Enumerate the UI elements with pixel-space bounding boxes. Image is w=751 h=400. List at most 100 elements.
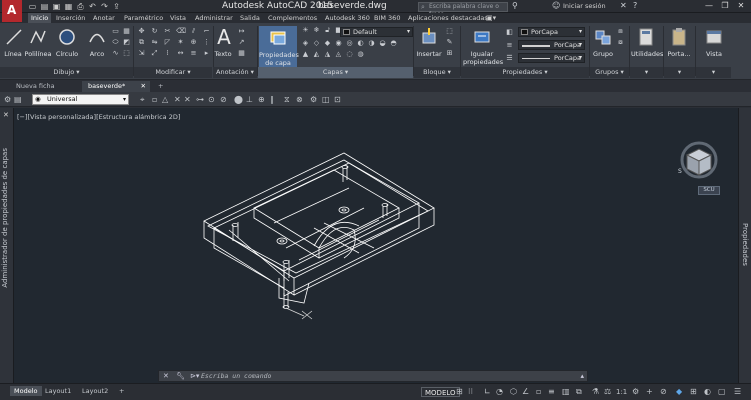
scale-value[interactable]: 1:1 (616, 387, 627, 397)
leader-icon[interactable]: ↗ (237, 38, 246, 47)
create-block-icon[interactable]: ⬚ (445, 27, 454, 36)
layer-tool-icon[interactable]: ◓ (389, 39, 398, 48)
group-button[interactable]: Grupo (592, 26, 614, 58)
tab-insercion[interactable]: Inserción (53, 13, 88, 23)
osnap-node-icon[interactable]: ⊕ (258, 95, 265, 104)
osnap-perp-icon[interactable]: ⊥ (246, 95, 253, 104)
selection-cycle-icon[interactable]: ⧉ (576, 387, 582, 397)
osnap-ext-icon[interactable]: ⊶ (196, 95, 204, 104)
lineweight-combo[interactable]: PorCapa ▾ (518, 40, 585, 50)
align-icon[interactable]: ≡ (189, 49, 198, 58)
insert-block-button[interactable]: Insertar (416, 26, 442, 58)
osnap-mid-icon[interactable]: △ (162, 95, 168, 104)
panel-portapapeles-expand[interactable]: ▾ (664, 67, 695, 78)
layer-tool-icon[interactable]: ◉ (334, 39, 343, 48)
dimension-icon[interactable]: ↦ (237, 27, 246, 36)
stretch-icon[interactable]: ⇲ (137, 49, 146, 58)
edit-block-icon[interactable]: ✎ (445, 38, 454, 47)
layer-tool-icon[interactable]: ◭ (312, 50, 321, 59)
annotation-monitor-icon[interactable]: ⊘ (660, 387, 667, 397)
layer-tool-icon[interactable]: ◐ (356, 39, 365, 48)
break-icon[interactable]: ⋮ (202, 38, 211, 47)
explode-icon[interactable]: ✶ (176, 38, 185, 47)
osnap-insert-icon[interactable]: ⬤ (234, 95, 243, 104)
panel-vista-expand[interactable]: ▾ (696, 67, 731, 78)
close-tab-icon[interactable]: ✕ (141, 81, 146, 92)
redo-icon[interactable]: ↷ (100, 2, 109, 11)
workspace-combo[interactable]: ◉ Universal ▾ (32, 94, 129, 105)
clipboard-button[interactable]: Porta... (666, 26, 692, 58)
osnap-icon[interactable]: ⌖ (140, 95, 145, 104)
annotation-scale-icon[interactable]: ⚖ (604, 387, 611, 397)
command-close-icon[interactable]: ✕ (163, 372, 169, 381)
snap-icon[interactable]: ⁝⁝ (468, 387, 473, 397)
doc-tab-baseverde[interactable]: baseverde* ✕ (82, 81, 150, 92)
workspace-switch-icon[interactable]: ⚙ (632, 387, 639, 397)
chamfer-icon[interactable]: ◸ (163, 38, 172, 47)
user-icon[interactable]: ☺ (552, 1, 560, 10)
match-properties-button[interactable]: Igualar propiedades (463, 26, 503, 66)
panel-bloque[interactable]: Bloque ▾ (414, 67, 460, 78)
osnap-nearest-icon[interactable]: ⧖ (284, 95, 290, 104)
isodraft-icon[interactable]: ⬡ (510, 387, 517, 397)
rotate-icon[interactable]: ↻ (150, 27, 159, 36)
linetype-combo[interactable]: PorCapa ▾ (518, 53, 585, 63)
toolbar-icon[interactable]: ⚙ (4, 95, 11, 104)
tab-salida[interactable]: Salida (237, 13, 263, 23)
osnap-settings-icon[interactable]: ⚙ (310, 95, 317, 104)
layer-tool-icon[interactable]: ◌ (345, 50, 354, 59)
app-menu-button[interactable]: A (2, 0, 22, 22)
tab-vista[interactable]: Vista (167, 13, 189, 23)
ortho-icon[interactable]: ∟ (484, 387, 491, 397)
osnap-center-icon[interactable]: ⊙ (208, 95, 215, 104)
quick-properties-icon[interactable]: ⊞ (690, 387, 697, 397)
customization-icon[interactable]: ☰ (734, 387, 741, 397)
print-icon[interactable]: ⎙ (76, 2, 85, 11)
join-icon[interactable]: ⊕ (189, 38, 198, 47)
save-as-icon[interactable]: ▦ (64, 2, 73, 11)
help-icon[interactable]: ? (633, 1, 637, 10)
panel-grupos[interactable]: Grupos ▾ (590, 67, 629, 78)
layer-on-icon[interactable]: ☀ (301, 26, 310, 35)
trim-icon[interactable]: ✂ (163, 27, 172, 36)
line-tool-button[interactable]: Línea (3, 26, 23, 58)
layout-tab-1[interactable]: Layout1 (41, 386, 75, 396)
annotation-visibility-icon[interactable]: ⚗ (592, 387, 599, 397)
transparency-icon[interactable]: ▥ (562, 387, 570, 397)
tab-autodesk-360[interactable]: Autodesk 360 (322, 13, 373, 23)
polar-icon[interactable]: ◔ (496, 387, 503, 397)
command-recent-icon[interactable]: ⊳▾ (190, 372, 199, 381)
viewcube-south[interactable]: S (678, 168, 682, 175)
binoculars-icon[interactable]: ⚲ (512, 1, 518, 10)
boundary-icon[interactable]: ⬚ (122, 49, 131, 58)
save-icon[interactable]: ▣ (52, 2, 61, 11)
layout-tab-2[interactable]: Layout2 (78, 386, 112, 396)
move-icon[interactable]: ✥ (137, 27, 146, 36)
units-icon[interactable]: ◆ (676, 387, 682, 397)
command-line[interactable]: ✕ 🔧︎ ⊳▾ Escriba un comando ▴ (158, 370, 588, 382)
tab-aplicaciones[interactable]: Aplicaciones destacadas (405, 13, 491, 23)
panel-capas[interactable]: Capas ▾ (258, 67, 413, 78)
layer-tool-icon[interactable]: ◆ (323, 39, 332, 48)
properties-palette[interactable]: Propiedades (738, 108, 751, 383)
osnap-tools-icon[interactable]: ⊡ (334, 95, 341, 104)
osnap-more-icon[interactable]: ◫ (322, 95, 330, 104)
close-icon[interactable]: ✕ (733, 0, 749, 12)
panel-anotacion[interactable]: Anotación ▾ (213, 67, 257, 78)
open-icon[interactable]: ▤ (40, 2, 49, 11)
tab-inicio[interactable]: Inicio (28, 13, 52, 23)
share-icon[interactable]: ⇪ (112, 2, 121, 11)
clean-screen-icon[interactable]: ▢ (718, 387, 726, 397)
hatch-icon[interactable]: ▦ (122, 27, 131, 36)
tab-parametrico[interactable]: Paramétrico (121, 13, 166, 23)
new-tab-button[interactable]: + (152, 81, 169, 92)
panel-modificar[interactable]: Modificar ▾ (134, 67, 212, 78)
copy-icon[interactable]: ⧉ (137, 38, 146, 47)
layer-tool-icon[interactable]: ◑ (367, 39, 376, 48)
panel-dibujo[interactable]: Dibujo ▾ (0, 67, 133, 78)
color-combo[interactable]: PorCapa ▾ (518, 27, 585, 37)
tab-anotar[interactable]: Anotar (90, 13, 118, 23)
tab-bim-360[interactable]: BIM 360 (371, 13, 403, 23)
panel-utilidades-expand[interactable]: ▾ (630, 67, 663, 78)
array-icon[interactable]: ⁞ (163, 49, 172, 58)
